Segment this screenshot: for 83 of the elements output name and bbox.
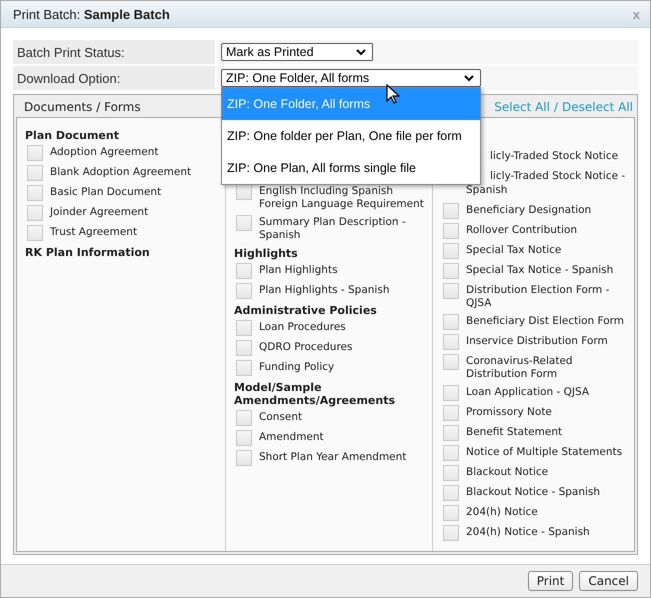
checkbox[interactable] [443,425,459,441]
checkbox[interactable] [443,223,459,239]
checkbox[interactable] [443,354,459,370]
field-label: Batch Print Status: [13,40,215,64]
checkbox-label: English Including Spanish Foreign Language Requirement [259,184,425,211]
select-dropdown[interactable]: ZIP: One Folder, All forms [221,69,481,87]
checkbox-label: Plan Highlights - Spanish [259,283,390,297]
checkbox[interactable] [236,340,252,356]
checkbox[interactable] [443,314,459,330]
checkbox-label: Promissory Note [466,405,552,419]
checkbox-label: Blackout Notice - Spanish [466,485,600,499]
checkbox[interactable] [236,430,252,446]
checkbox[interactable] [236,450,252,466]
checkbox[interactable] [443,283,459,299]
checkbox-label: QDRO Procedures [259,340,352,354]
checkbox[interactable] [27,185,43,201]
checkbox-label: Beneficiary Designation [466,203,592,217]
checkbox-label: Adoption Agreement [50,145,159,159]
checkbox-label: Coronavirus-Related Distribution Form [466,354,574,381]
dropdown-option[interactable]: ZIP: One Plan, All forms single file [222,152,480,184]
panel-title: Documents / Forms [24,100,141,114]
select-dropdown[interactable]: Mark as Printed [221,43,373,61]
section-heading: Plan Document [25,128,120,143]
dialog-button[interactable]: Print [528,571,574,591]
checkbox[interactable] [236,283,252,299]
checkbox-label: licly-Traded Stock Notice - [490,169,626,183]
checkbox-label: Benefit Statement [466,425,562,439]
checkbox[interactable] [236,263,252,279]
checkbox[interactable] [236,215,252,231]
checkbox-label: Blank Adoption Agreement [50,165,192,179]
chevron-down-icon [464,74,474,82]
checkbox[interactable] [236,184,252,200]
section-heading: Administrative Policies [234,303,378,318]
dropdown-option[interactable]: ZIP: One folder per Plan, One file per form [222,120,480,152]
checkbox[interactable] [443,243,459,259]
field-label: Download Option: [13,66,215,90]
checkbox-label: Funding Policy [259,360,334,374]
checkbox-label: Amendment [259,430,324,444]
checkbox[interactable] [443,505,459,521]
checkbox-label: Loan Application - QJSA [466,385,590,399]
checkbox-label: Plan Highlights [259,263,338,277]
section-heading: Model/Sample Amendments/Agreements [234,380,396,408]
checkbox[interactable] [236,410,252,426]
checkbox-label: Short Plan Year Amendment [259,450,406,464]
checkbox[interactable] [443,203,459,219]
checkbox-label: Distribution Election Form - QJSA [466,283,610,310]
checkbox-label: Joinder Agreement [50,205,148,219]
checkbox-label: 204(h) Notice - Spanish [466,525,590,539]
checkbox-label: Notice of Multiple Statements [466,445,622,459]
checkbox[interactable] [27,225,43,241]
checkbox-label: 204(h) Notice [466,505,538,519]
checkbox[interactable] [443,525,459,541]
checkbox-label: Beneficiary Dist Election Form [466,314,624,328]
chevron-down-icon [356,48,366,56]
checkbox[interactable] [443,405,459,421]
checkbox-label: Spanish [466,183,508,197]
checkbox[interactable] [443,485,459,501]
checkbox-label: Special Tax Notice [466,243,562,257]
checkbox-label: licly-Traded Stock Notice [490,149,618,163]
section-heading: RK Plan Information [25,245,151,260]
checkbox[interactable] [443,385,459,401]
checkbox[interactable] [443,445,459,461]
separator-text: / [554,100,558,114]
checkbox[interactable] [443,465,459,481]
checkbox-label: Trust Agreement [50,225,138,239]
checkbox-label: Special Tax Notice - Spanish [466,263,614,277]
checkbox[interactable] [236,320,252,336]
checkbox-label: Loan Procedures [259,320,346,334]
checkbox[interactable] [236,360,252,376]
checkbox-label: Basic Plan Document [50,185,162,199]
checkbox[interactable] [443,334,459,350]
checkbox[interactable] [27,205,43,221]
checkbox[interactable] [443,263,459,279]
checkbox-label: Consent [259,410,302,424]
dialog-button[interactable]: Cancel [579,571,638,591]
checkbox-label: Inservice Distribution Form [466,334,608,348]
window-title: Print Batch: Sample Batch [13,6,170,22]
section-heading: Highlights [234,246,299,261]
checkbox-label: Blackout Notice [466,465,548,479]
checkbox[interactable] [27,145,43,161]
checkbox[interactable] [27,165,43,181]
checkbox-label: Summary Plan Description - Spanish [259,215,407,242]
checkbox-label: Rollover Contribution [466,223,578,237]
